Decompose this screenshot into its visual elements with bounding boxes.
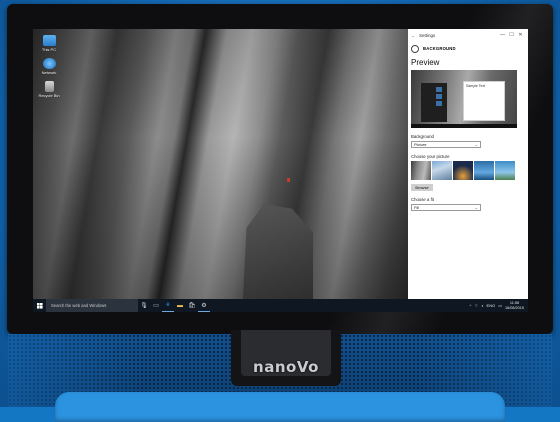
notification-icon[interactable]: ▭ xyxy=(498,303,502,308)
choose-picture-label: Choose your picture xyxy=(411,154,450,159)
clock[interactable]: 11:58 16/08/2015 xyxy=(505,301,524,310)
microphone-icon[interactable]: 🎙 xyxy=(138,299,150,312)
climber xyxy=(287,178,290,182)
search-box[interactable]: Search the web and Windows xyxy=(46,299,138,312)
picture-thumbnail[interactable] xyxy=(453,161,473,180)
preview-sample-window: Sample Text xyxy=(463,81,505,121)
recycle-bin-icon xyxy=(44,81,54,92)
back-arrow-icon[interactable]: ← xyxy=(411,33,419,38)
brand-logo: nanoVo xyxy=(253,358,319,376)
system-tray: ^ ⌔ ◖ ENG ▭ 11:58 16/08/2015 xyxy=(469,301,528,310)
settings-taskbar-icon[interactable]: ⚙ xyxy=(198,299,210,312)
background-dropdown[interactable]: Picture ⌄ xyxy=(411,141,481,148)
computer-icon xyxy=(42,35,56,46)
desktop-icons: This PC Network Recycle Bin xyxy=(38,35,60,104)
windows-logo-icon xyxy=(36,302,43,309)
monitor-base xyxy=(55,392,505,422)
breadcrumb: BACKGROUND xyxy=(423,46,456,51)
network-tray-icon[interactable]: ⌔ xyxy=(474,303,478,309)
start-button[interactable] xyxy=(33,299,46,312)
window-title: Settings xyxy=(419,32,436,38)
picture-thumbnail[interactable] xyxy=(495,161,515,180)
desktop-wallpaper[interactable] xyxy=(33,29,408,299)
task-view-icon[interactable]: ▭ xyxy=(150,299,162,312)
store-icon[interactable]: 🛍 xyxy=(186,299,198,312)
preview-taskbar xyxy=(411,124,517,128)
network-icon xyxy=(42,58,56,69)
edge-browser-icon[interactable]: e xyxy=(162,299,174,312)
chevron-down-icon: ⌄ xyxy=(474,205,478,210)
maximize-button[interactable]: ☐ xyxy=(507,32,516,38)
gear-icon xyxy=(411,44,419,53)
fit-label: Choose a fit xyxy=(411,197,434,202)
picture-thumbnail[interactable] xyxy=(411,161,431,180)
picture-thumbnail[interactable] xyxy=(432,161,452,180)
taskbar: Search the web and Windows 🎙 ▭ e ▬ 🛍 ⚙ ^… xyxy=(33,299,528,312)
chevron-down-icon: ⌄ xyxy=(474,142,478,147)
close-button[interactable]: ✕ xyxy=(516,32,525,38)
screen: This PC Network Recycle Bin ← Settings —… xyxy=(33,29,528,312)
background-preview: Sample Text xyxy=(411,70,517,128)
settings-window: ← Settings — ☐ ✕ BACKGROUND Preview Samp… xyxy=(408,29,528,299)
desktop-icon-network[interactable]: Network xyxy=(38,58,60,75)
preview-start-menu xyxy=(421,83,447,122)
browse-button[interactable]: Browse xyxy=(411,184,433,191)
file-explorer-icon[interactable]: ▬ xyxy=(174,299,186,312)
minimize-button[interactable]: — xyxy=(498,32,507,38)
background-label: Background xyxy=(411,134,434,139)
preview-heading: Preview xyxy=(411,58,440,67)
fit-dropdown[interactable]: Fill ⌄ xyxy=(411,204,481,211)
desktop-icon-this-pc[interactable]: This PC xyxy=(38,35,60,52)
settings-header: BACKGROUND xyxy=(408,41,528,56)
desktop-icon-recycle-bin[interactable]: Recycle Bin xyxy=(38,81,60,98)
volume-icon[interactable]: ◖ xyxy=(481,303,483,308)
picture-thumbnail[interactable] xyxy=(474,161,494,180)
chevron-up-icon[interactable]: ^ xyxy=(469,303,471,308)
settings-titlebar: ← Settings — ☐ ✕ xyxy=(408,29,528,41)
language-indicator[interactable]: ENG xyxy=(487,303,496,308)
picture-thumbnails xyxy=(411,161,525,180)
